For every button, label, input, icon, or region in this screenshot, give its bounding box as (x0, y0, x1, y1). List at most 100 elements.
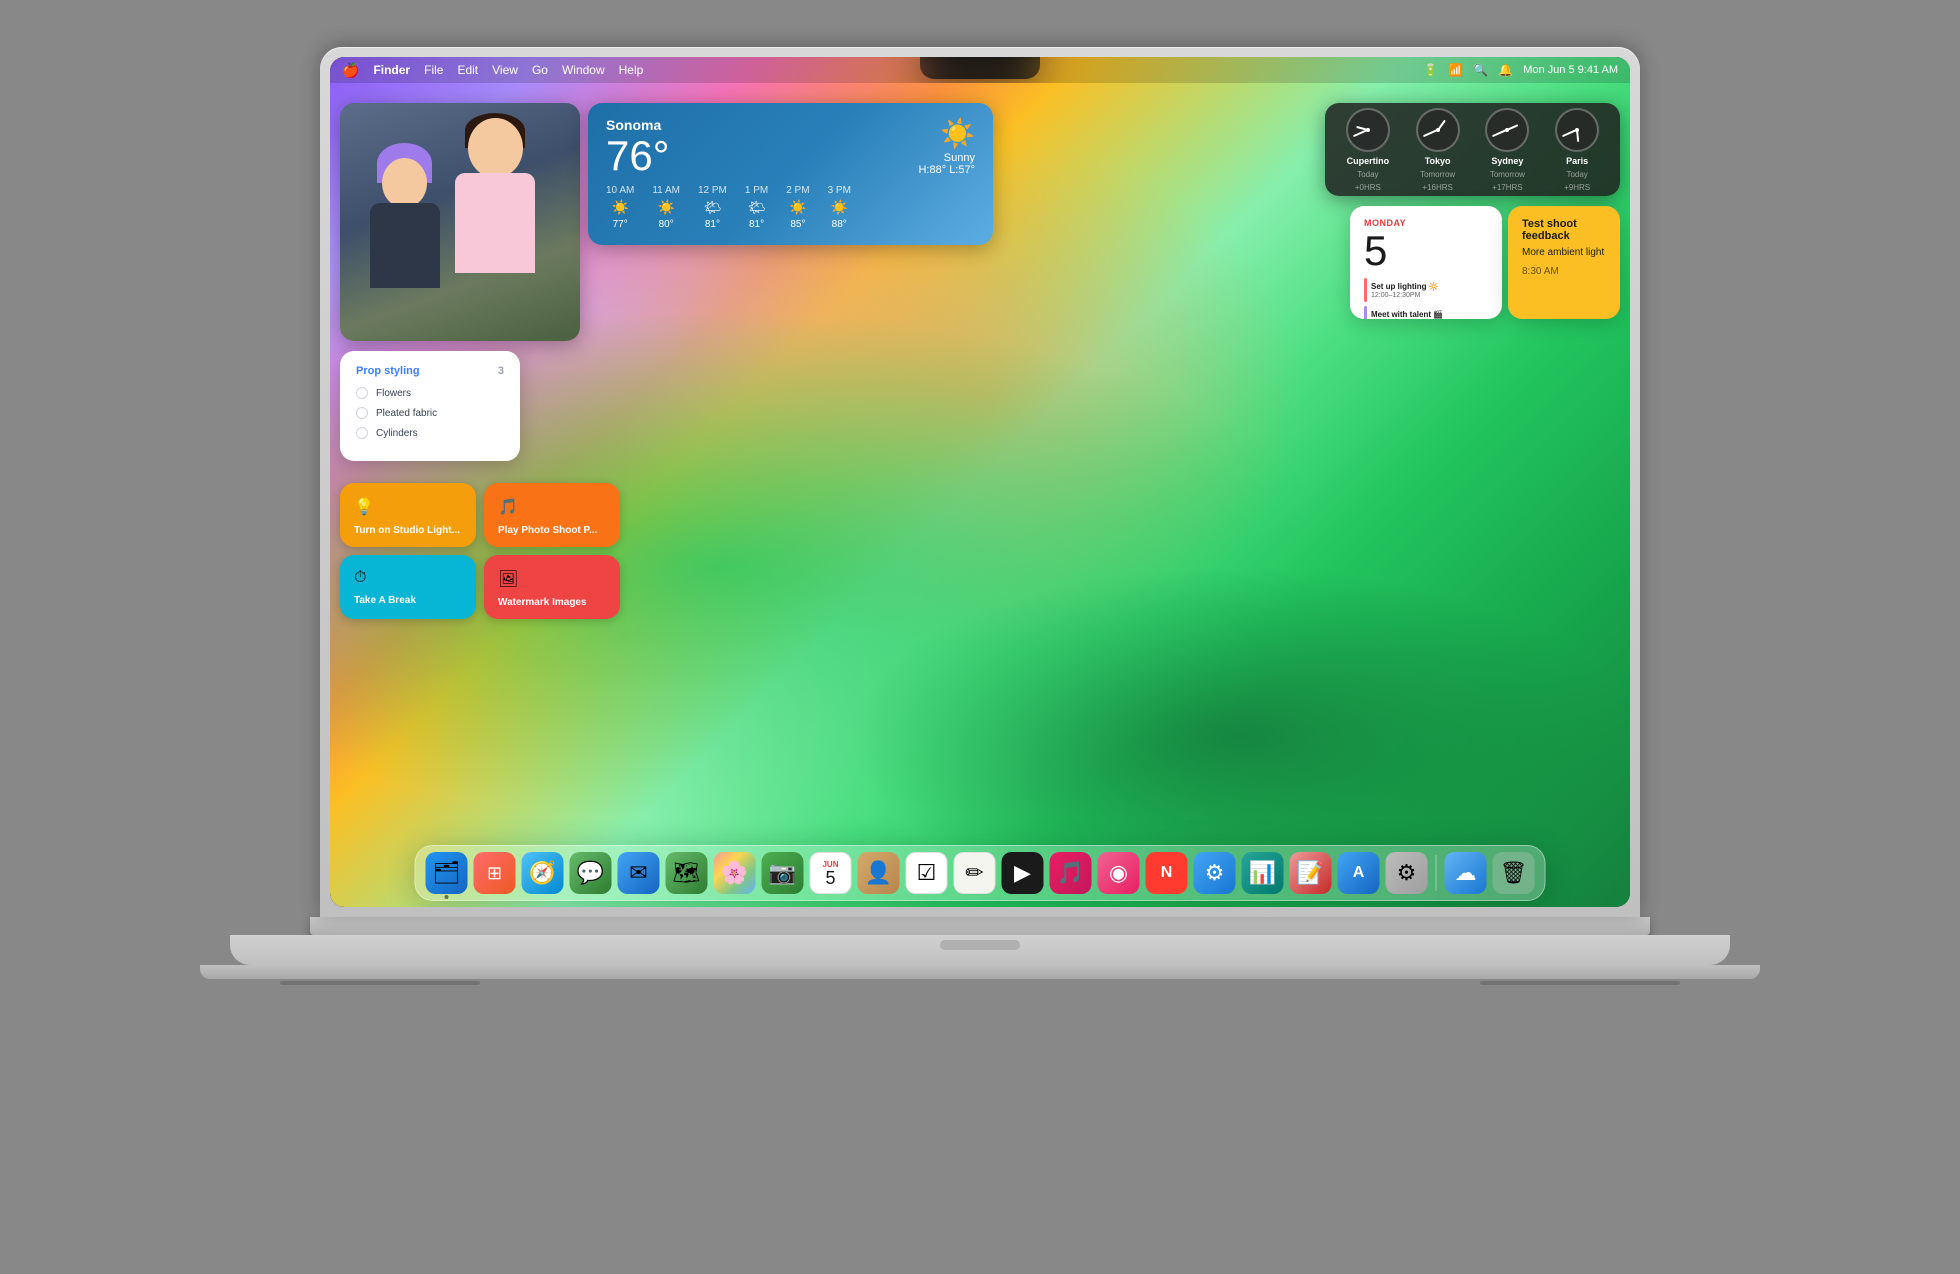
shortcut-take-break[interactable]: ⏱ Take A Break (340, 555, 476, 619)
analog-clock-tokyo (1416, 108, 1460, 152)
hour-hand (1576, 129, 1579, 141)
shortcut-play-music[interactable]: 🎵 Play Photo Shoot P... (484, 483, 620, 547)
dock-music[interactable]: 🎵 (1050, 852, 1092, 894)
wifi-icon[interactable]: 📶 (1448, 63, 1463, 77)
shortcut-watermark[interactable]: 🖼 Watermark Images (484, 555, 620, 619)
event-content: Meet with talent 🎬 12:30–1:00PM (1371, 310, 1443, 320)
clock-city-label: Sydney (1491, 156, 1523, 166)
weather-hour-1: 10 AM ☀️ 77° (606, 185, 634, 230)
photo-widget (340, 103, 580, 341)
menubar-go[interactable]: Go (532, 63, 548, 77)
min-hand (1423, 129, 1438, 137)
clock-center (1575, 128, 1579, 132)
reminder-checkbox[interactable] (356, 387, 368, 399)
dock-dot (445, 895, 449, 899)
weather-low: L:57° (949, 164, 975, 176)
shortcut-music-icon: 🎵 (498, 497, 606, 517)
battery-icon[interactable]: 🔋 (1423, 63, 1438, 77)
shortcut-light-icon: 💡 (354, 497, 462, 517)
clock-center (1505, 128, 1509, 132)
weather-high: H:88° (918, 164, 946, 176)
dock-cal-day: 5 (825, 869, 835, 887)
reminder-checkbox[interactable] (356, 407, 368, 419)
reminder-checkbox[interactable] (356, 427, 368, 439)
menubar-app-name[interactable]: Finder (373, 63, 410, 77)
clock-timezone-label: Tomorrow (1420, 170, 1455, 179)
shortcut-label: Play Photo Shoot P... (498, 525, 606, 537)
shortcuts-widget: 💡 Turn on Studio Light... 🎵 Play Photo S… (340, 483, 620, 619)
foot-left (280, 981, 480, 985)
reminder-item-3: Cylinders (356, 427, 504, 439)
dock-tvplus[interactable]: ▶ (1002, 852, 1044, 894)
hour-icon: ☀️ (657, 199, 674, 216)
dock-facetime[interactable]: 📷 (762, 852, 804, 894)
menubar-edit[interactable]: Edit (457, 63, 478, 77)
search-icon[interactable]: 🔍 (1473, 63, 1488, 77)
hour-hand (1437, 119, 1446, 130)
launchpad-icon: ⊞ (487, 863, 502, 884)
clock-timezone-label: Today (1357, 170, 1378, 179)
appstore-icon: A (1353, 864, 1365, 882)
safari-icon: 🧭 (529, 860, 556, 886)
dock-reminders[interactable]: ☑ (906, 852, 948, 894)
dock-appstore[interactable]: A (1338, 852, 1380, 894)
event-time: 12:00–12:30PM (1371, 292, 1439, 299)
hour-icon: ☀️ (611, 199, 628, 216)
menubar-view[interactable]: View (492, 63, 518, 77)
dock-safari[interactable]: 🧭 (522, 852, 564, 894)
dock-freeform[interactable]: ✏ (954, 852, 996, 894)
dock-photos[interactable]: 🌸 (714, 852, 756, 894)
analog-clock-sydney (1485, 108, 1529, 152)
dock-pages[interactable]: 📝 (1290, 852, 1332, 894)
min-hand (1353, 129, 1368, 137)
photos-icon: 🌸 (721, 860, 748, 886)
hour-temp: 77° (613, 219, 628, 230)
notification-icon[interactable]: 🔔 (1498, 63, 1513, 77)
dock-trash[interactable]: 🗑 (1493, 852, 1535, 894)
weather-condition-text: Sunny (944, 152, 975, 164)
dock-launchpad[interactable]: ⊞ (474, 852, 516, 894)
hour-temp: 80° (659, 219, 674, 230)
charts-icon: 📊 (1249, 860, 1276, 886)
dock-icloud[interactable]: ☁ (1445, 852, 1487, 894)
dock-settings[interactable]: ⚙ (1386, 852, 1428, 894)
face (468, 118, 523, 178)
apple-menu-icon[interactable]: 🍎 (342, 62, 359, 79)
dock-configurator[interactable]: ⚙ (1194, 852, 1236, 894)
hour-hand (1356, 125, 1368, 130)
notes-time: 8:30 AM (1522, 266, 1606, 277)
hour-temp: 85° (790, 219, 805, 230)
dock-news[interactable]: N (1146, 852, 1188, 894)
calendar-event-2: Meet with talent 🎬 12:30–1:00PM (1364, 306, 1488, 319)
weather-hour-5: 2 PM ☀️ 85° (786, 185, 809, 230)
clock-offset-label: +0HRS (1355, 183, 1381, 192)
reminders-title: Prop styling (356, 365, 420, 377)
hour-label: 12 PM (698, 185, 727, 196)
reminder-label: Cylinders (376, 428, 418, 439)
menubar-file[interactable]: File (424, 63, 443, 77)
menubar-help[interactable]: Help (619, 63, 644, 77)
reminders-header: Prop styling 3 (356, 365, 504, 377)
shortcut-studio-light[interactable]: 💡 Turn on Studio Light... (340, 483, 476, 547)
dock-charts[interactable]: 📊 (1242, 852, 1284, 894)
reminders-icon: ☑ (917, 860, 937, 886)
clock-paris: Paris Today +9HRS (1548, 108, 1606, 192)
freeform-icon: ✏ (965, 860, 983, 886)
dock-finder[interactable]: 🗂 (426, 852, 468, 894)
foot-right (1480, 981, 1680, 985)
dock-maps[interactable]: 🗺 (666, 852, 708, 894)
clock-tokyo: Tokyo Tomorrow +16HRS (1409, 108, 1467, 192)
dock-mail[interactable]: ✉ (618, 852, 660, 894)
clock-center (1436, 128, 1440, 132)
menubar-window[interactable]: Window (562, 63, 605, 77)
dock-messages[interactable]: 💬 (570, 852, 612, 894)
reminder-item-1: Flowers (356, 387, 504, 399)
body (370, 203, 440, 288)
dock-mindnode[interactable]: ◉ (1098, 852, 1140, 894)
dock-contacts[interactable]: 👤 (858, 852, 900, 894)
clocks-widget: Cupertino Today +0HRS (1325, 103, 1620, 196)
weather-city: Sonoma (606, 117, 975, 133)
dock-calendar[interactable]: JUN 5 (810, 852, 852, 894)
shortcuts-grid: 💡 Turn on Studio Light... 🎵 Play Photo S… (340, 483, 620, 619)
hour-label: 2 PM (786, 185, 809, 196)
